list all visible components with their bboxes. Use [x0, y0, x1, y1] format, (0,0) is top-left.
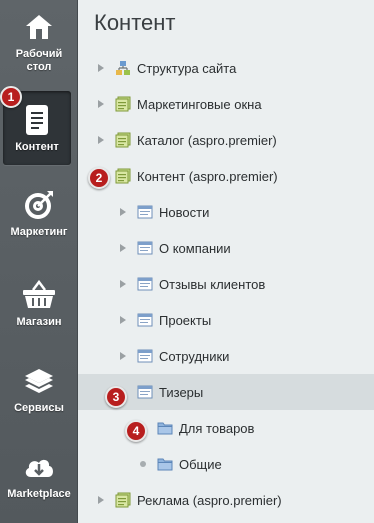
- tree-item-label: Маркетинговые окна: [137, 96, 262, 112]
- nav-marketing[interactable]: Маркетинг: [0, 188, 78, 240]
- expand-arrow-icon[interactable]: [97, 99, 105, 109]
- bullet-icon: [140, 461, 146, 467]
- expand-arrow-icon[interactable]: [119, 279, 127, 289]
- tree-item-label: Общие: [179, 456, 222, 472]
- expand-arrow-icon[interactable]: [119, 315, 127, 325]
- nav-shop[interactable]: Магазин: [0, 278, 78, 330]
- tree-item-content-aspro[interactable]: Контент (aspro.premier): [78, 158, 374, 194]
- tree-item-site-structure[interactable]: Структура сайта: [78, 50, 374, 86]
- nav-content-label: Контент: [15, 140, 59, 153]
- cloud-download-icon: [22, 450, 56, 484]
- tree-item-general[interactable]: Общие: [78, 446, 374, 482]
- nav-marketplace[interactable]: Marketplace: [0, 450, 78, 502]
- annotation-badge-3: 3: [105, 386, 127, 408]
- tree-item-marketing-windows[interactable]: Маркетинговые окна: [78, 86, 374, 122]
- tree-item-for-products[interactable]: Для товаров: [78, 410, 374, 446]
- tree-item-about-company[interactable]: О компании: [78, 230, 374, 266]
- iblock-type-icon: [115, 168, 131, 184]
- nav-desktop-label: Рабочий стол: [15, 48, 63, 73]
- expand-arrow-icon[interactable]: [119, 243, 127, 253]
- annotation-badge-2: 2: [88, 167, 110, 189]
- iblock-type-icon: [115, 492, 131, 508]
- iblock-type-icon: [115, 96, 131, 112]
- expand-arrow-icon[interactable]: [119, 207, 127, 217]
- annotation-badge-1: 1: [0, 86, 22, 108]
- main-sidebar: Рабочий стол Контент Маркетинг Магазин С…: [0, 0, 78, 523]
- iblock-icon: [137, 205, 153, 219]
- basket-icon: [22, 278, 56, 312]
- tree-item-label: Проекты: [159, 312, 212, 328]
- expand-arrow-icon[interactable]: [97, 63, 105, 73]
- iblock-icon: [137, 241, 153, 255]
- iblock-icon: [137, 313, 153, 327]
- document-icon: [20, 103, 54, 137]
- tree-item-news[interactable]: Новости: [78, 194, 374, 230]
- nav-marketing-label: Маркетинг: [10, 226, 68, 238]
- tree-item-label: Структура сайта: [137, 60, 237, 76]
- nav-marketplace-label: Marketplace: [7, 488, 71, 500]
- tree-item-label: Реклама (aspro.premier): [137, 492, 282, 508]
- tree-item-projects[interactable]: Проекты: [78, 302, 374, 338]
- tree-item-label: Контент (aspro.premier): [137, 168, 278, 184]
- nav-shop-label: Магазин: [16, 316, 62, 328]
- tree-item-reviews[interactable]: Отзывы клиентов: [78, 266, 374, 302]
- target-icon: [22, 188, 56, 222]
- expand-arrow-icon[interactable]: [97, 135, 105, 145]
- tree-item-advertising[interactable]: Реклама (aspro.premier): [78, 482, 374, 518]
- nav-services-label: Сервисы: [14, 402, 64, 414]
- iblock-type-icon: [115, 132, 131, 148]
- expand-arrow-icon[interactable]: [119, 351, 127, 361]
- tree-item-label: Для товаров: [179, 420, 255, 436]
- folder-icon: [157, 458, 173, 471]
- annotation-badge-4: 4: [125, 420, 147, 442]
- tree-item-label: Отзывы клиентов: [159, 276, 266, 292]
- expand-arrow-icon[interactable]: [97, 495, 105, 505]
- content-panel: Контент Структура сайта Маркетинговые ок…: [78, 0, 374, 523]
- iblock-icon: [137, 277, 153, 291]
- tree-item-label: Тизеры: [159, 384, 204, 400]
- tree-item-label: Новости: [159, 204, 210, 220]
- layers-icon: [22, 364, 56, 398]
- tree-item-catalog[interactable]: Каталог (aspro.premier): [78, 122, 374, 158]
- tree-item-label: Каталог (aspro.premier): [137, 132, 277, 148]
- nav-services[interactable]: Сервисы: [0, 364, 78, 416]
- panel-title: Контент: [94, 10, 176, 35]
- iblock-icon: [137, 349, 153, 363]
- folder-icon: [157, 422, 173, 435]
- tree-item-label: Сотрудники: [159, 348, 230, 364]
- tree-item-label: О компании: [159, 240, 231, 256]
- site-structure-icon: [116, 61, 130, 75]
- nav-desktop[interactable]: Рабочий стол: [0, 10, 78, 82]
- tree-item-employees[interactable]: Сотрудники: [78, 338, 374, 374]
- home-icon: [22, 10, 56, 44]
- iblock-icon: [137, 385, 153, 399]
